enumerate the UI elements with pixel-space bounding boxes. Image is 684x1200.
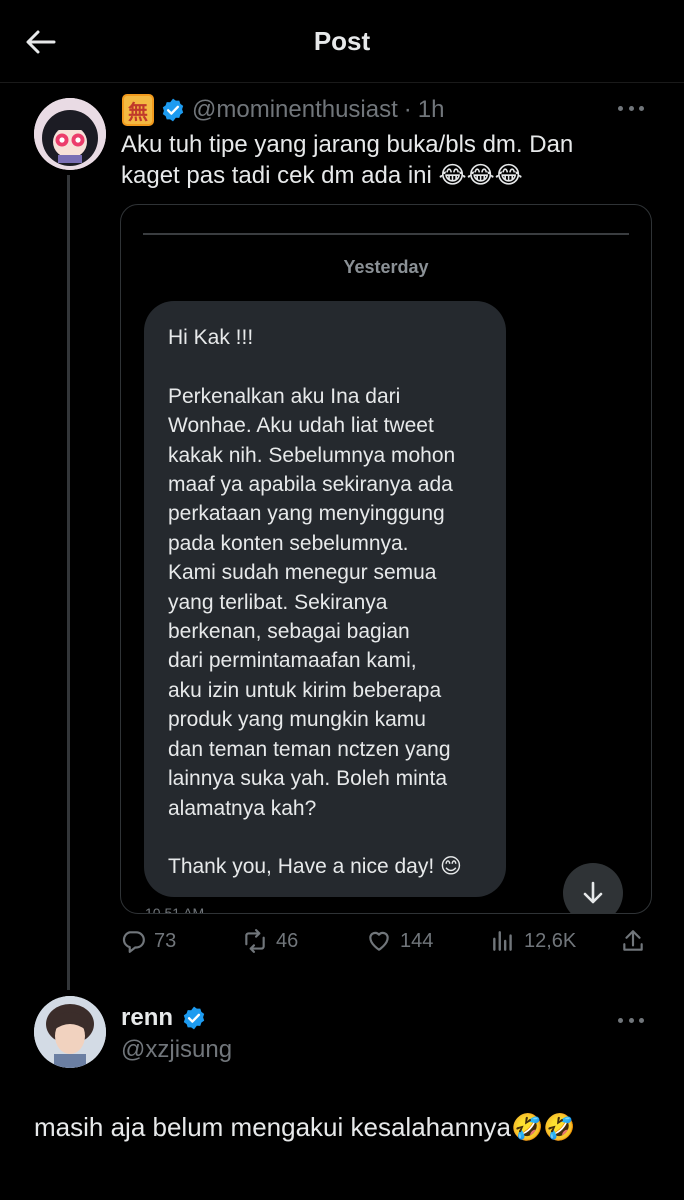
scroll-down-button[interactable] <box>563 863 623 913</box>
reply-text: masih aja belum mengakui kesalahannya🤣🤣 <box>34 1112 576 1142</box>
divider <box>143 233 629 235</box>
repost-count: 46 <box>276 929 299 952</box>
more-icon-dot <box>628 105 634 111</box>
share-icon <box>623 930 643 951</box>
reply-author-handle[interactable]: @xzjisung <box>121 1036 232 1064</box>
more-icon-dot <box>639 105 644 111</box>
share-button[interactable] <box>620 924 646 958</box>
more-icon-dot <box>628 1017 634 1023</box>
post-time[interactable]: 1h <box>418 96 445 124</box>
more-icon <box>618 1017 623 1023</box>
reply-button[interactable]: 73 <box>120 924 176 958</box>
person-avatar-image <box>34 996 106 1068</box>
date-separator: Yesterday <box>343 257 429 277</box>
views-button[interactable]: 12,6K <box>490 924 576 958</box>
separator-dot: · <box>403 96 412 123</box>
arrow-down-icon <box>583 881 603 904</box>
reply-count: 73 <box>154 929 177 952</box>
verified-icon <box>183 1006 205 1030</box>
post-media-image[interactable]: Yesterday Hi Kak !!! Perkenalkan aku Ina… <box>120 204 652 914</box>
reply-more-button[interactable] <box>618 1016 644 1024</box>
like-count: 144 <box>400 929 434 952</box>
message-timestamp: 10.51 AM <box>145 905 205 914</box>
post-header: 無 @mominenthusiast · 1h <box>122 92 444 128</box>
post-text-line: kaget pas tadi cek dm ada ini 😂😂😂 <box>121 160 621 191</box>
repost-icon <box>245 929 265 953</box>
repost-button[interactable]: 46 <box>242 924 298 958</box>
like-button[interactable]: 144 <box>366 924 433 958</box>
views-count: 12,6K <box>524 929 577 952</box>
thread-connector-line <box>67 175 70 990</box>
message-text: Hi Kak !!! Perkenalkan aku Ina dari Wonh… <box>168 326 462 879</box>
post-more-button[interactable] <box>618 104 644 112</box>
post-text: Aku tuh tipe yang jarang buka/bls dm. Da… <box>121 130 621 191</box>
reply-author-name[interactable]: renn <box>121 1004 173 1032</box>
post-actions: 73 46 144 12,6K <box>120 924 650 958</box>
anime-avatar-image <box>34 98 106 170</box>
page-title: Post <box>313 26 371 56</box>
message-bubble: Hi Kak !!! Perkenalkan aku Ina dari Wonh… <box>144 301 506 897</box>
profile-badge-icon: 無 <box>122 94 154 126</box>
top-bar: Post <box>0 0 684 83</box>
author-handle[interactable]: @mominenthusiast <box>192 96 398 124</box>
post-text-line2: kaget pas tadi cek dm ada ini <box>121 162 432 189</box>
reply-icon <box>122 931 145 953</box>
reply-name-row: renn <box>121 1004 207 1032</box>
verified-icon <box>162 98 184 122</box>
views-icon <box>493 931 512 951</box>
laughing-emoji: 😂😂😂 <box>438 161 523 189</box>
like-icon <box>369 931 389 951</box>
more-icon-dot <box>639 1017 644 1023</box>
more-icon <box>618 105 623 111</box>
post-text-line: Aku tuh tipe yang jarang buka/bls dm. Da… <box>121 131 574 158</box>
reply-author-avatar[interactable] <box>34 996 106 1068</box>
author-avatar[interactable] <box>34 98 106 170</box>
